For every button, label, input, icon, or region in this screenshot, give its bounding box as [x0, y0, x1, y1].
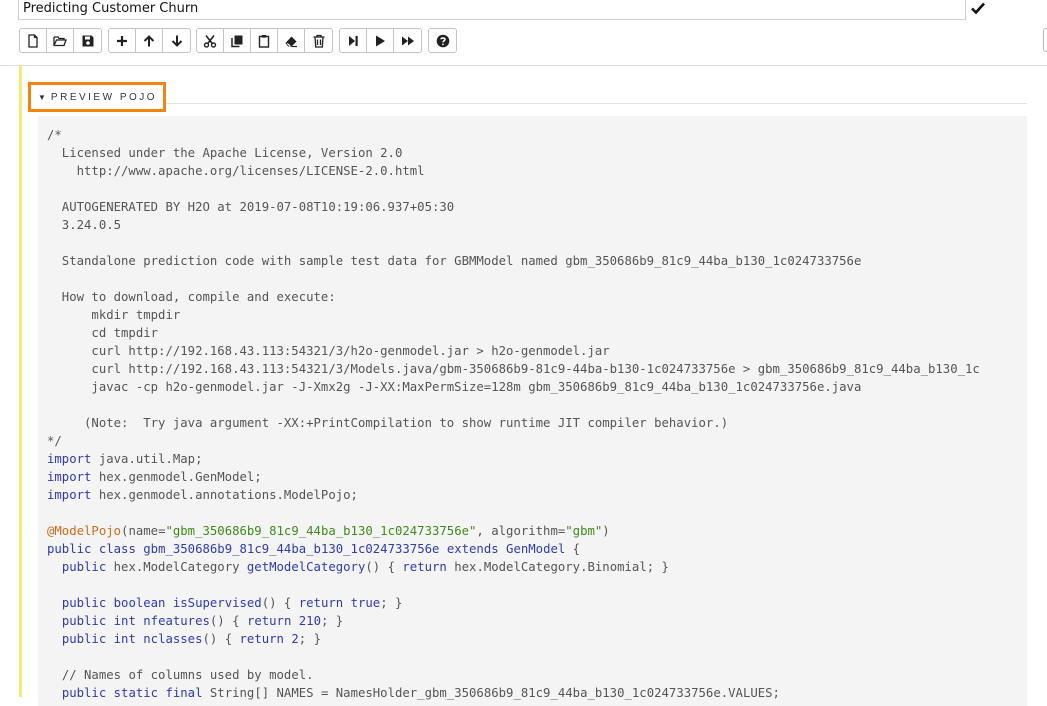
- insert-cell-button[interactable]: [109, 29, 136, 52]
- clipboard-button-group: [196, 28, 333, 53]
- step-forward-icon: [349, 35, 358, 46]
- play-icon: [376, 35, 385, 46]
- selected-cell-indicator: [19, 66, 22, 697]
- checkmark-icon[interactable]: [970, 0, 988, 18]
- file-button-group: [19, 28, 102, 53]
- run-button-group: [339, 28, 422, 53]
- fast-forward-icon: [401, 36, 414, 45]
- move-cell-down-button[interactable]: [163, 29, 190, 52]
- run-cell-button[interactable]: [367, 29, 394, 52]
- cell-edit-button-group: [108, 28, 191, 53]
- run-all-button[interactable]: [394, 29, 421, 52]
- paste-cell-button[interactable]: [251, 29, 278, 52]
- help-button-group: [428, 28, 457, 53]
- panel-toggle-button[interactable]: [1043, 28, 1047, 52]
- run-step-button[interactable]: [340, 29, 367, 52]
- copy-icon: [231, 35, 243, 47]
- pojo-code-text: /* Licensed under the Apache License, Ve…: [47, 128, 980, 700]
- arrow-down-icon: [171, 35, 182, 47]
- pojo-code-block[interactable]: /* Licensed under the Apache License, Ve…: [38, 116, 1027, 706]
- clear-cell-button[interactable]: [278, 29, 305, 52]
- cut-cell-button[interactable]: [197, 29, 224, 52]
- new-file-icon: [28, 33, 38, 48]
- cut-icon: [203, 34, 217, 48]
- trash-icon: [313, 34, 324, 48]
- caret-down-icon: ▼: [38, 92, 46, 102]
- eraser-icon: [285, 36, 297, 47]
- save-icon: [82, 35, 93, 46]
- copy-cell-button[interactable]: [224, 29, 251, 52]
- preview-pojo-toggle[interactable]: ▼ PREVIEW POJO: [28, 82, 166, 112]
- toolbar-divider: [0, 65, 1047, 66]
- delete-cell-button[interactable]: [305, 29, 332, 52]
- arrow-up-icon: [143, 34, 155, 46]
- help-icon: [436, 34, 449, 47]
- paste-icon: [258, 34, 270, 48]
- plus-icon: [117, 35, 127, 46]
- open-folder-icon: [53, 35, 67, 46]
- save-button[interactable]: [74, 29, 101, 52]
- section-divider: [165, 103, 1027, 104]
- notebook-title-input[interactable]: Predicting Customer Churn: [18, 0, 966, 20]
- move-cell-up-button[interactable]: [136, 29, 163, 52]
- preview-pojo-label: PREVIEW POJO: [50, 91, 158, 103]
- new-file-button[interactable]: [20, 29, 47, 52]
- open-folder-button[interactable]: [47, 29, 74, 52]
- help-button[interactable]: [429, 29, 456, 52]
